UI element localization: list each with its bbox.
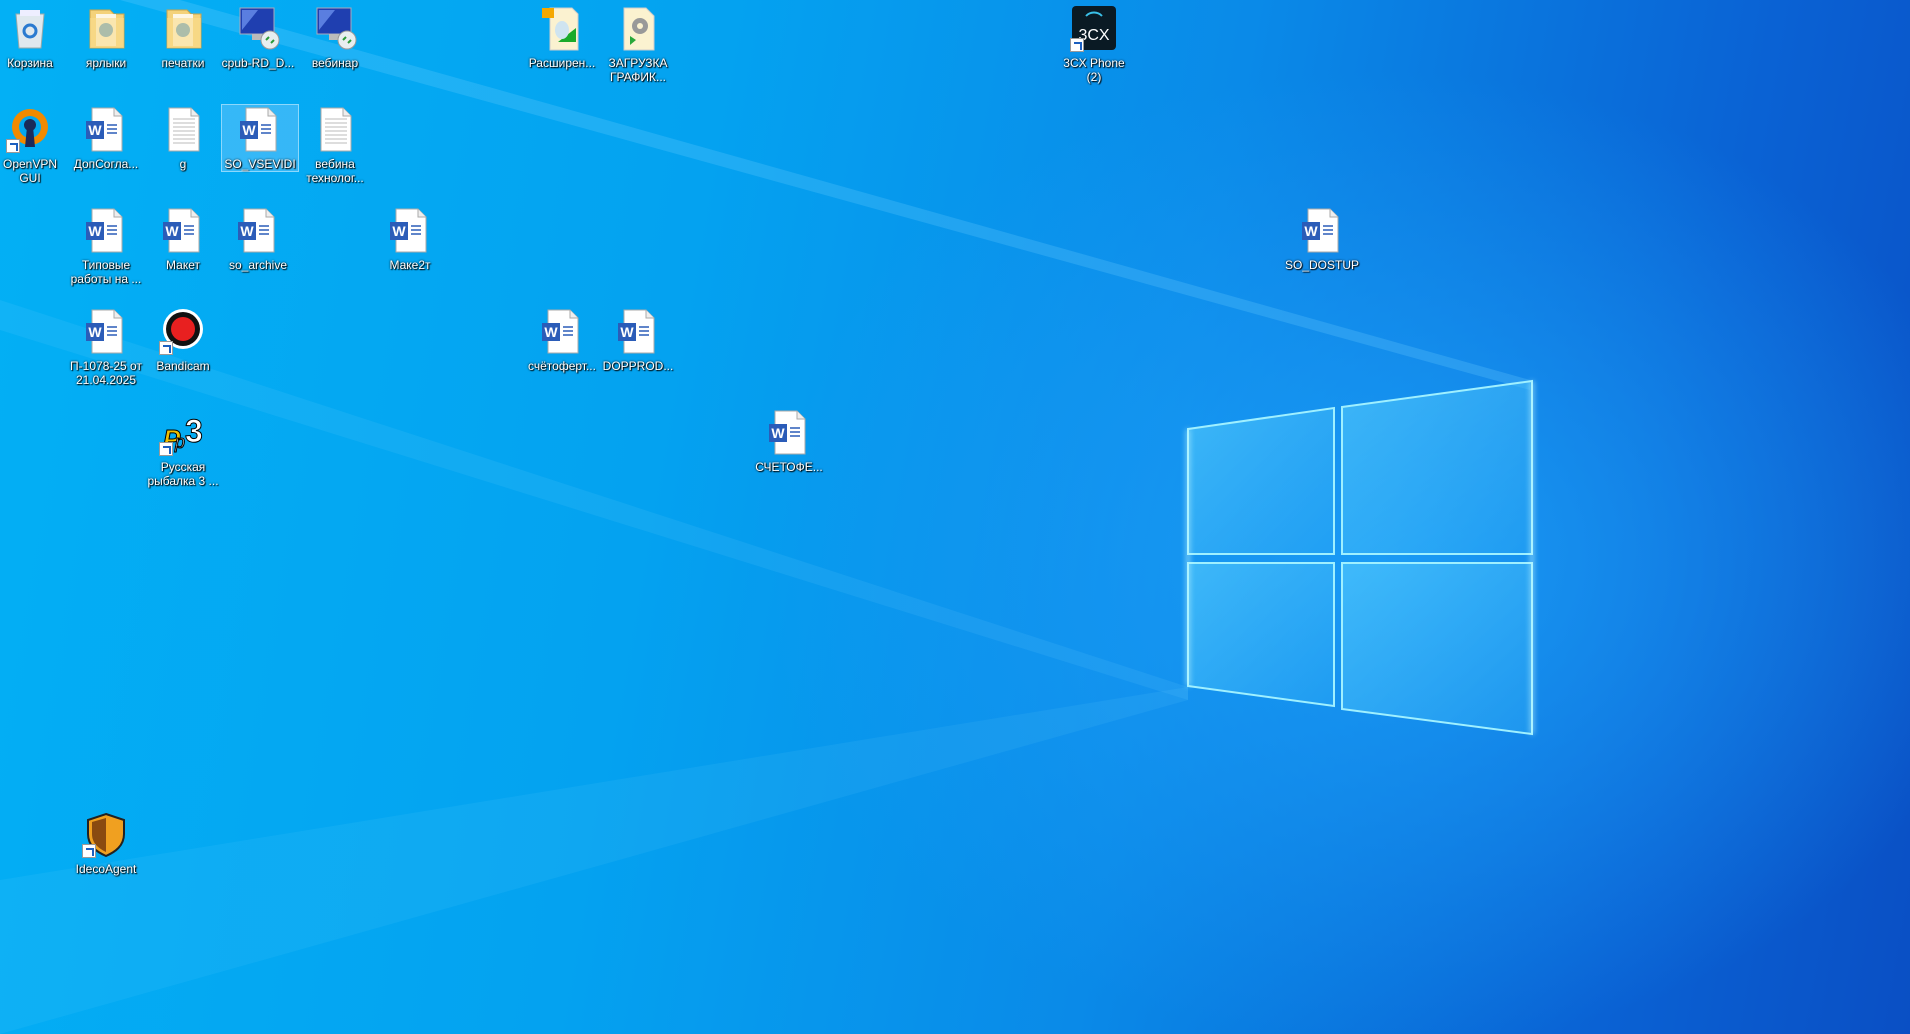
desktop-icon-pechatki[interactable]: печатки: [145, 4, 221, 70]
word-document-icon: W: [1298, 206, 1346, 254]
shortcut-arrow-icon: [6, 139, 20, 153]
svg-text:W: W: [771, 425, 785, 441]
desktop-icon-3cx-phone[interactable]: 3CX 3CX Phone (2): [1056, 4, 1132, 84]
icon-label: IdecoAgent: [75, 862, 137, 876]
svg-text:3: 3: [185, 413, 203, 449]
svg-text:W: W: [544, 324, 558, 340]
shortcut-arrow-icon: [159, 442, 173, 456]
desktop-icon-g[interactable]: g: [145, 105, 221, 171]
desktop-icon-extension[interactable]: Расширен...: [524, 4, 600, 70]
svg-text:W: W: [240, 223, 254, 239]
desktop-icon-dopsogla[interactable]: W ДопСогла...: [68, 105, 144, 171]
svg-text:W: W: [392, 223, 406, 239]
word-document-icon: W: [765, 408, 813, 456]
text-document-icon: [311, 105, 359, 153]
word-document-icon: W: [82, 206, 130, 254]
word-document-icon: W: [538, 307, 586, 355]
desktop-icon-maket[interactable]: W Макет: [145, 206, 221, 272]
folder-icon: [82, 4, 130, 52]
word-document-icon: W: [234, 206, 282, 254]
desktop-icon-so-archive[interactable]: Wso_archive: [220, 206, 296, 272]
desktop-icon-idecoagent[interactable]: IdecoAgent: [68, 810, 144, 876]
desktop-icon-so-dostup[interactable]: W SO_DOSTUP: [1284, 206, 1360, 272]
icon-label: cpub-RD_D...: [221, 56, 295, 70]
icon-label: вебинар: [311, 56, 359, 70]
word-document-icon: W: [82, 307, 130, 355]
svg-text:W: W: [165, 223, 179, 239]
icon-label: ДопСогла...: [73, 157, 139, 171]
bandicam-icon: [159, 307, 207, 355]
desktop-icon-zagruzka[interactable]: ЗАГРУЗКА ГРАФИК...: [600, 4, 676, 84]
desktop-icon-bandicam[interactable]: Bandicam: [145, 307, 221, 373]
openvpn-icon: [6, 105, 54, 153]
icon-label: СЧЕТОФЕ...: [755, 460, 823, 474]
desktop-icon-recycle-bin[interactable]: Корзина: [0, 4, 68, 70]
rr3-game-icon: Pp3: [159, 408, 207, 456]
word-document-icon: W: [614, 307, 662, 355]
desktop-icon-yarlyki[interactable]: ярлыки: [68, 4, 144, 70]
icon-label: вебина технолог...: [306, 157, 364, 185]
desktop-icon-so-vsevidi[interactable]: W SO_VSEVIDI: [221, 104, 299, 172]
remote-desktop-icon: [311, 4, 359, 52]
desktop-icon-webina-tehnolog[interactable]: вебина технолог...: [297, 105, 373, 185]
word-document-icon: W: [159, 206, 207, 254]
text-document-icon: [159, 105, 207, 153]
icon-label: Bandicam: [156, 359, 210, 373]
icon-label: Типовые работы на ...: [70, 258, 142, 286]
shortcut-arrow-icon: [159, 341, 173, 355]
icon-label: Расширен...: [528, 56, 596, 70]
icon-label: ЗАГРУЗКА ГРАФИК...: [608, 56, 668, 84]
icon-label: g: [179, 157, 187, 171]
icon-label: so_archive: [228, 258, 288, 272]
svg-text:W: W: [88, 324, 102, 340]
desktop-icon-schetofert[interactable]: Wсчётоферт...: [524, 307, 600, 373]
icon-label: ярлыки: [85, 56, 127, 70]
3cx-phone-icon: 3CX: [1070, 4, 1118, 52]
desktop-icon-russkaya-rybalka[interactable]: Pp 3 Русская рыбалка 3 ...: [145, 408, 221, 489]
svg-text:W: W: [620, 324, 634, 340]
desktop[interactable]: Корзина ярлыки печатки cpub-RD_D... веби…: [0, 0, 1910, 1034]
svg-text:W: W: [242, 122, 256, 138]
desktop-icon-schetofe[interactable]: W СЧЕТОФЕ...: [751, 408, 827, 474]
icon-label: DOPPROD...: [602, 359, 674, 373]
icon-label: OpenVPN GUI: [2, 157, 58, 185]
settings-file-icon: [614, 4, 662, 52]
word-document-icon: W: [386, 206, 434, 254]
icon-label: П-1078-25 от 21.04.2025: [70, 359, 142, 387]
desktop-icon-dopprod[interactable]: W DOPPROD...: [600, 307, 676, 373]
icon-label: Русская рыбалка 3 ...: [147, 460, 219, 488]
word-document-icon: W: [236, 105, 284, 153]
icon-label: 3CX Phone (2): [1063, 56, 1125, 84]
icon-label: SO_VSEVIDI: [224, 157, 296, 171]
recycle-bin-icon: [6, 4, 54, 52]
svg-text:W: W: [1304, 223, 1318, 239]
word-document-icon: W: [82, 105, 130, 153]
desktop-icon-openvpn[interactable]: OpenVPN GUI: [0, 105, 68, 185]
remote-desktop-icon: [234, 4, 282, 52]
desktop-icon-cpub-rd[interactable]: cpub-RD_D...: [220, 4, 296, 70]
desktop-icon-p-1078[interactable]: W П-1078-25 от 21.04.2025: [68, 307, 144, 387]
icon-label: Маке2т: [389, 258, 431, 272]
icon-label: счётоферт...: [528, 359, 596, 373]
svg-text:p: p: [174, 432, 185, 452]
extension-file-icon: [538, 4, 586, 52]
desktop-icon-webinar[interactable]: вебинар: [297, 4, 373, 70]
shortcut-arrow-icon: [1070, 38, 1084, 52]
desktop-icon-tipovye[interactable]: W Типовые работы на ...: [68, 206, 144, 286]
icon-label: SO_DOSTUP: [1284, 258, 1359, 272]
svg-text:W: W: [88, 122, 102, 138]
shortcut-arrow-icon: [82, 844, 96, 858]
icon-label: печатки: [161, 56, 205, 70]
desktop-icon-make2t[interactable]: W Маке2т: [372, 206, 448, 272]
icon-label: Макет: [166, 258, 200, 272]
shield-icon: [82, 810, 130, 858]
svg-text:W: W: [88, 223, 102, 239]
icon-label: Корзина: [7, 56, 53, 70]
folder-icon: [159, 4, 207, 52]
